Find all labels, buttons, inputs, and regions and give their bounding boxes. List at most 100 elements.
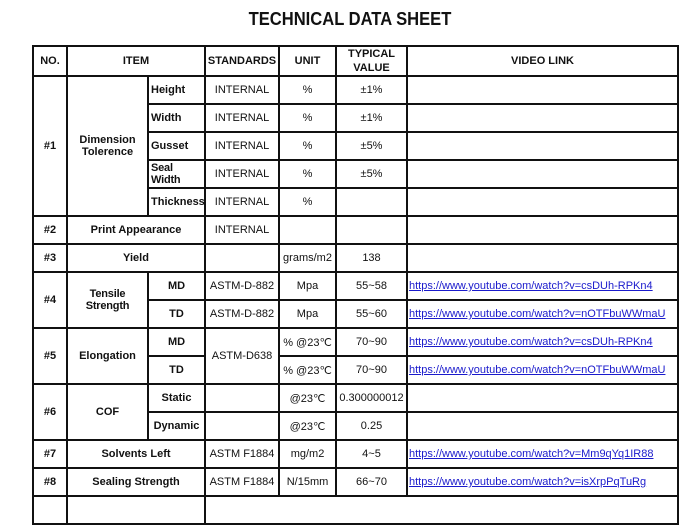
row-number: #3 [32, 243, 68, 273]
value-cell: 0.300000012 [335, 383, 408, 413]
header-typical-value-line1: TYPICAL [347, 48, 396, 60]
row-number: #8 [32, 467, 68, 497]
empty-cell [66, 495, 206, 525]
row-number: #5 [32, 327, 68, 385]
value-cell [335, 187, 408, 217]
technical-data-table: NO. ITEM STANDARDS UNIT TYPICAL VALUE VID… [32, 45, 679, 525]
unit-cell: Mpa [278, 299, 337, 329]
video-link-cell [406, 75, 679, 105]
header-standards: STANDARDS [204, 45, 280, 77]
standard-cell: ASTM-D-882 [204, 299, 280, 329]
value-cell: 70~90 [335, 327, 408, 357]
item-name: Sealing Strength [66, 467, 206, 497]
value-cell: ±1% [335, 75, 408, 105]
sub-item-name: TD [147, 299, 206, 329]
sub-item-name: Thickness [147, 187, 206, 217]
unit-cell: % [278, 103, 337, 133]
value-cell: 55~60 [335, 299, 408, 329]
unit-cell: % [278, 131, 337, 161]
video-link[interactable]: https://www.youtube.com/watch?v=csDUh-RP… [406, 327, 679, 357]
unit-cell: % [278, 159, 337, 189]
standard-cell: INTERNAL [204, 75, 280, 105]
video-link[interactable]: https://www.youtube.com/watch?v=csDUh-RP… [406, 271, 679, 301]
standard-cell: INTERNAL [204, 103, 280, 133]
video-link-cell [406, 103, 679, 133]
unit-cell [278, 215, 337, 245]
standard-cell: INTERNAL [204, 159, 280, 189]
value-cell: ±1% [335, 103, 408, 133]
unit-cell: mg/m2 [278, 439, 337, 469]
unit-cell: % [278, 187, 337, 217]
value-cell: ±5% [335, 159, 408, 189]
value-cell: 66~70 [335, 467, 408, 497]
header-unit: UNIT [278, 45, 337, 77]
item-name: COF [66, 383, 149, 441]
unit-cell: grams/m2 [278, 243, 337, 273]
value-cell: 4~5 [335, 439, 408, 469]
value-cell [335, 215, 408, 245]
item-name: Dimension Tolerence [66, 75, 149, 217]
table-row-partial [32, 495, 679, 525]
empty-cell [32, 495, 68, 525]
item-name: Elongation [66, 327, 149, 385]
table-row: #1 Dimension Tolerence Height INTERNAL %… [32, 75, 679, 217]
standard-cell: ASTM F1884 [204, 467, 280, 497]
table-row: #6 COF Static @23℃ 0.300000012 [32, 383, 679, 441]
sub-item-name: Height [147, 75, 206, 105]
unit-cell: @23℃ [278, 411, 337, 441]
unit-cell: Mpa [278, 271, 337, 301]
video-link-cell [406, 159, 679, 189]
sub-item-name: Static [147, 383, 206, 413]
sub-item-name: MD [147, 327, 206, 357]
video-link-cell [406, 243, 679, 273]
standard-cell [204, 383, 280, 413]
standard-cell: ASTM-D-882 [204, 271, 280, 301]
item-name: Print Appearance [66, 215, 206, 245]
standard-cell [204, 411, 280, 441]
header-item: ITEM [66, 45, 206, 77]
header-typical-value: TYPICAL VALUE [335, 45, 408, 77]
empty-cell [204, 495, 679, 525]
standard-cell: INTERNAL [204, 131, 280, 161]
standard-cell [204, 243, 280, 273]
video-link[interactable]: https://www.youtube.com/watch?v=nOTFbuWW… [406, 299, 679, 329]
video-link-cell [406, 131, 679, 161]
table-row: #3 Yield grams/m2 138 [32, 243, 679, 273]
table-row: #2 Print Appearance INTERNAL [32, 215, 679, 245]
row-number: #7 [32, 439, 68, 469]
sub-item-name: Seal Width [147, 159, 206, 189]
unit-cell: % @23℃ [278, 355, 337, 385]
sub-item-name: Dynamic [147, 411, 206, 441]
document-title: TECHNICAL DATA SHEET [248, 9, 452, 29]
value-cell: 55~58 [335, 271, 408, 301]
standard-cell: INTERNAL [204, 215, 280, 245]
video-link-cell [406, 383, 679, 413]
sub-item-name: Gusset [147, 131, 206, 161]
header-row: NO. ITEM STANDARDS UNIT TYPICAL VALUE VID… [32, 45, 679, 77]
video-link[interactable]: https://www.youtube.com/watch?v=isXrpPqT… [406, 467, 679, 497]
header-no: NO. [32, 45, 68, 77]
video-link[interactable]: https://www.youtube.com/watch?v=Mm9qYq1I… [406, 439, 679, 469]
unit-cell: % @23℃ [278, 327, 337, 357]
header-video-link: VIDEO LINK [406, 45, 679, 77]
unit-cell: % [278, 75, 337, 105]
table-row: #5 Elongation MD ASTM-D638 % @23℃ 70~90 … [32, 327, 679, 385]
header-typical-value-line2: VALUE [353, 62, 390, 74]
unit-cell: N/15mm [278, 467, 337, 497]
video-link[interactable]: https://www.youtube.com/watch?v=nOTFbuWW… [406, 355, 679, 385]
standard-cell: INTERNAL [204, 187, 280, 217]
row-number: #2 [32, 215, 68, 245]
item-name: Tensile Strength [66, 271, 149, 329]
sub-item-name: Width [147, 103, 206, 133]
row-number: #4 [32, 271, 68, 329]
standard-cell: ASTM-D638 [204, 327, 280, 385]
value-cell: ±5% [335, 131, 408, 161]
table-row: #8 Sealing Strength ASTM F1884 N/15mm 66… [32, 467, 679, 497]
video-link-cell [406, 215, 679, 245]
row-number: #6 [32, 383, 68, 441]
value-cell: 138 [335, 243, 408, 273]
standard-cell: ASTM F1884 [204, 439, 280, 469]
item-name: Yield [66, 243, 206, 273]
row-number: #1 [32, 75, 68, 217]
value-cell: 0.25 [335, 411, 408, 441]
